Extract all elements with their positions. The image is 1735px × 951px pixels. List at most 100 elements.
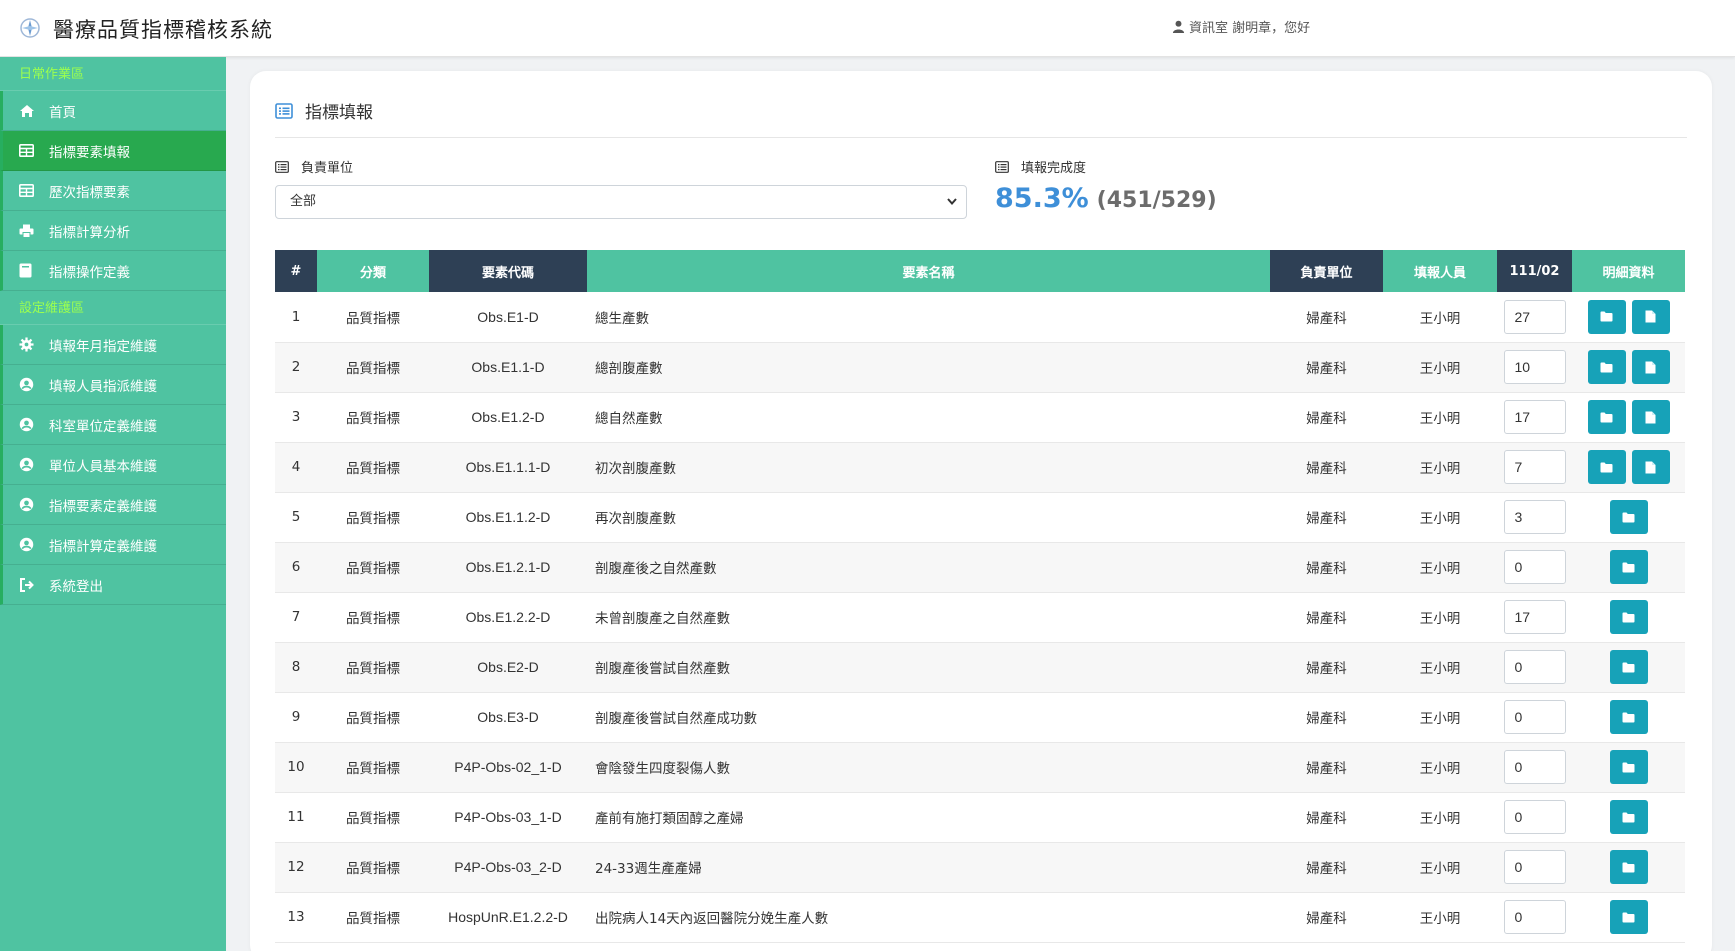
folder-button[interactable] bbox=[1609, 650, 1648, 684]
value-input[interactable]: 7 bbox=[1503, 450, 1566, 484]
row-unit: 婦產科 bbox=[1270, 592, 1383, 643]
value-input[interactable]: 3 bbox=[1503, 500, 1566, 534]
value-input[interactable]: 0 bbox=[1503, 850, 1566, 884]
sidebar-item-settings-1[interactable]: 填報人員指派維護 bbox=[0, 365, 226, 405]
folder-button[interactable] bbox=[1587, 350, 1626, 384]
document-button[interactable] bbox=[1631, 299, 1670, 334]
row-detail-cell bbox=[1572, 442, 1685, 493]
sidebar-item-settings-3[interactable]: 單位人員基本維護 bbox=[0, 445, 226, 485]
value-input[interactable]: 0 bbox=[1503, 800, 1566, 834]
sidebar-item-daily-0[interactable]: 首頁 bbox=[0, 91, 226, 131]
row-detail-cell bbox=[1572, 842, 1685, 893]
table-row: 3 品質指標 Obs.E1.2-D 總自然產數 婦產科 王小明 17 bbox=[275, 392, 1685, 443]
sidebar-item-label: 科室單位定義維護 bbox=[49, 418, 157, 435]
row-unit: 婦產科 bbox=[1270, 892, 1383, 943]
row-value-cell: 0 bbox=[1497, 792, 1572, 843]
folder-button[interactable] bbox=[1609, 850, 1648, 884]
sidebar-item-daily-3[interactable]: 指標計算分析 bbox=[0, 211, 226, 251]
folder-icon bbox=[1600, 412, 1613, 423]
sidebar-item-settings-6[interactable]: 系統登出 bbox=[0, 565, 226, 605]
row-category: 品質指標 bbox=[317, 742, 429, 793]
folder-button[interactable] bbox=[1609, 550, 1648, 584]
row-name: 剖腹產後嘗試自然產成功數 bbox=[587, 692, 1270, 743]
folder-button[interactable] bbox=[1609, 500, 1648, 534]
user-circle-icon bbox=[19, 377, 35, 392]
sidebar-item-daily-1[interactable]: 指標要素填報 bbox=[0, 131, 226, 171]
folder-button[interactable] bbox=[1609, 800, 1648, 834]
progress-label-text: 填報完成度 bbox=[1021, 161, 1087, 176]
sidebar-item-label: 指標操作定義 bbox=[49, 264, 130, 281]
row-value-cell: 0 bbox=[1497, 692, 1572, 743]
top-bar: 醫療品質指標稽核系統 資訊室 謝明章，您好 bbox=[0, 0, 1735, 57]
row-detail-cell bbox=[1572, 692, 1685, 743]
sidebar-item-label: 歷次指標要素 bbox=[49, 184, 130, 201]
folder-icon bbox=[1600, 462, 1613, 473]
row-name: 未曾剖腹產之自然產數 bbox=[587, 592, 1270, 643]
unit-filter-label: 負責單位 bbox=[275, 157, 353, 176]
value-input[interactable]: 0 bbox=[1503, 700, 1566, 734]
row-filler: 王小明 bbox=[1383, 892, 1497, 943]
folder-icon bbox=[1622, 612, 1635, 623]
row-code: Obs.E1.1.1-D bbox=[429, 442, 587, 493]
row-code: P4P-Obs-03_2-D bbox=[429, 842, 587, 893]
folder-button[interactable] bbox=[1609, 750, 1648, 784]
table-row: 1 品質指標 Obs.E1-D 總生產數 婦產科 王小明 27 bbox=[275, 292, 1685, 343]
value-input[interactable]: 0 bbox=[1503, 650, 1566, 684]
folder-button[interactable] bbox=[1609, 600, 1648, 634]
sidebar-item-label: 單位人員基本維護 bbox=[49, 458, 157, 475]
value-input[interactable]: 17 bbox=[1503, 400, 1566, 434]
value-input[interactable]: 0 bbox=[1503, 750, 1566, 784]
value-input[interactable]: 0 bbox=[1503, 550, 1566, 584]
row-index: 11 bbox=[275, 792, 317, 843]
row-index: 4 bbox=[275, 442, 317, 493]
book-icon bbox=[19, 263, 35, 278]
row-index: 12 bbox=[275, 842, 317, 893]
folder-icon bbox=[1622, 662, 1635, 673]
folder-button[interactable] bbox=[1587, 400, 1626, 434]
sidebar-item-settings-5[interactable]: 指標計算定義維護 bbox=[0, 525, 226, 565]
row-category: 品質指標 bbox=[317, 492, 429, 543]
document-button[interactable] bbox=[1631, 400, 1670, 434]
table-header-row: # 分類 要素代碼 要素名稱 負責單位 填報人員 111/02 明細資料 bbox=[275, 250, 1685, 292]
row-index: 5 bbox=[275, 492, 317, 543]
folder-button[interactable] bbox=[1587, 299, 1626, 334]
row-index: 1 bbox=[275, 292, 317, 343]
col-category: 分類 bbox=[317, 250, 429, 292]
sign-out-icon bbox=[19, 577, 35, 592]
value-input[interactable]: 27 bbox=[1503, 299, 1566, 334]
sidebar-item-settings-2[interactable]: 科室單位定義維護 bbox=[0, 405, 226, 445]
value-input[interactable]: 0 bbox=[1503, 900, 1566, 934]
col-code: 要素代碼 bbox=[429, 250, 587, 292]
sidebar-item-label: 填報年月指定維護 bbox=[49, 338, 157, 355]
sidebar-item-daily-4[interactable]: 指標操作定義 bbox=[0, 251, 226, 291]
row-index: 8 bbox=[275, 642, 317, 693]
row-detail-cell bbox=[1572, 342, 1685, 393]
row-unit: 婦產科 bbox=[1270, 492, 1383, 543]
value-input[interactable]: 17 bbox=[1503, 600, 1566, 634]
sidebar-item-daily-2[interactable]: 歷次指標要素 bbox=[0, 171, 226, 211]
folder-button[interactable] bbox=[1609, 700, 1648, 734]
sidebar-item-label: 首頁 bbox=[49, 104, 76, 121]
row-unit: 婦產科 bbox=[1270, 742, 1383, 793]
folder-button[interactable] bbox=[1587, 450, 1626, 484]
table-row: 4 品質指標 Obs.E1.1.1-D 初次剖腹產數 婦產科 王小明 7 bbox=[275, 442, 1685, 493]
sidebar-item-label: 系統登出 bbox=[49, 578, 103, 595]
value-input[interactable]: 10 bbox=[1503, 350, 1566, 384]
sidebar-item-settings-0[interactable]: 填報年月指定維護 bbox=[0, 325, 226, 365]
folder-icon bbox=[1622, 812, 1635, 823]
list-icon bbox=[995, 160, 1009, 173]
folder-button[interactable] bbox=[1609, 900, 1648, 934]
unit-select[interactable]: 全部 bbox=[275, 185, 967, 219]
file-icon bbox=[1645, 411, 1656, 424]
table-icon bbox=[19, 144, 35, 157]
row-filler: 王小明 bbox=[1383, 292, 1497, 343]
document-button[interactable] bbox=[1631, 350, 1670, 384]
row-value-cell: 27 bbox=[1497, 292, 1572, 343]
sidebar-item-settings-4[interactable]: 指標要素定義維護 bbox=[0, 485, 226, 525]
row-detail-cell bbox=[1572, 892, 1685, 943]
table-row: 7 品質指標 Obs.E1.2.2-D 未曾剖腹產之自然產數 婦產科 王小明 17 bbox=[275, 592, 1685, 643]
user-greeting[interactable]: 資訊室 謝明章，您好 bbox=[1172, 17, 1310, 36]
row-detail-cell bbox=[1572, 642, 1685, 693]
document-button[interactable] bbox=[1631, 450, 1670, 484]
row-index: 6 bbox=[275, 542, 317, 593]
